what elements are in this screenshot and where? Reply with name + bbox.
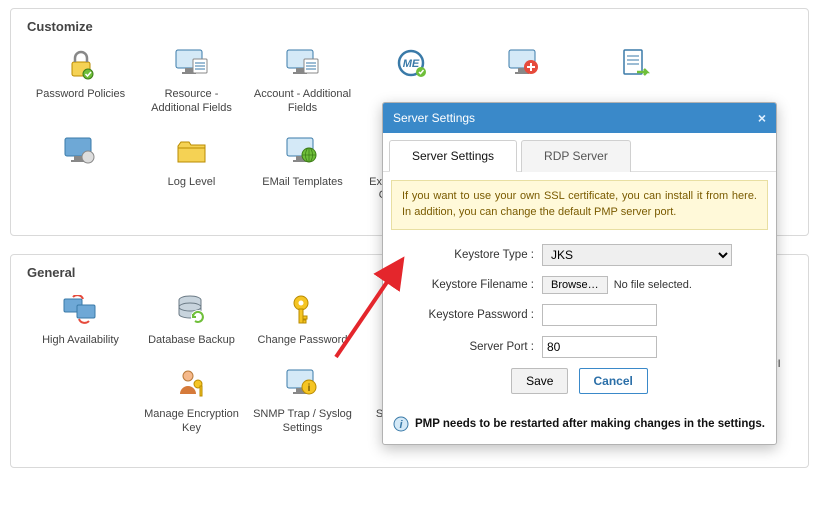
monitor-add-icon	[469, 46, 580, 82]
screen-src-item[interactable]	[25, 134, 136, 204]
label: Change Password	[247, 334, 358, 348]
restart-note: i PMP needs to be restarted after making…	[393, 416, 766, 432]
high-availability[interactable]: High Availability	[25, 292, 136, 348]
label: SNMP Trap / Syslog Settings	[247, 408, 358, 436]
resource-additional-fields[interactable]: Resource - Additional Fields	[136, 46, 247, 116]
monitor-info-icon: i	[247, 366, 358, 402]
info-icon: i	[393, 416, 409, 432]
keystore-type-label: Keystore Type :	[397, 249, 542, 261]
dialog-header[interactable]: Server Settings ×	[383, 103, 776, 133]
dialog-title: Server Settings	[393, 111, 475, 125]
customize-title: Customize	[27, 19, 794, 34]
label: Account - Additional Fields	[247, 88, 358, 116]
label: High Availability	[25, 334, 136, 348]
user-key-icon	[136, 366, 247, 402]
browse-button[interactable]: Browse…	[542, 276, 608, 294]
tab-server-settings[interactable]: Server Settings	[389, 140, 517, 172]
label: Password Policies	[25, 88, 136, 102]
password-policies[interactable]: Password Policies	[25, 46, 136, 116]
server-port-input[interactable]	[542, 336, 657, 358]
folder-icon	[136, 134, 247, 170]
save-button[interactable]: Save	[511, 368, 568, 394]
svg-text:ME: ME	[402, 58, 419, 70]
server-port-label: Server Port :	[397, 341, 542, 353]
snmp-syslog[interactable]: i SNMP Trap / Syslog Settings	[247, 366, 358, 436]
database-refresh-icon	[136, 292, 247, 328]
dialog-form: Keystore Type : JKS Keystore Filename : …	[383, 240, 776, 412]
log-level[interactable]: Log Level	[136, 134, 247, 204]
manage-encryption-key[interactable]: Manage Encryption Key	[136, 366, 247, 436]
padlock-icon	[25, 46, 136, 82]
close-icon[interactable]: ×	[758, 110, 766, 126]
keystore-filename-label: Keystore Filename :	[397, 279, 542, 291]
monitor-list-icon	[247, 46, 358, 82]
label: EMail Templates	[247, 176, 358, 190]
svg-text:i: i	[307, 383, 310, 394]
keystore-password-input[interactable]	[542, 304, 657, 326]
file-selected-text: No file selected.	[614, 279, 692, 291]
label: Log Level	[136, 176, 247, 190]
key-icon	[247, 292, 358, 328]
email-templates[interactable]: EMail Templates	[247, 134, 358, 204]
server-settings-dialog: Server Settings × Server Settings RDP Se…	[382, 102, 777, 445]
keystore-type-select[interactable]: JKS	[542, 244, 732, 266]
document-arrow-icon	[580, 46, 691, 82]
dialog-tabbar: Server Settings RDP Server	[383, 133, 776, 172]
label: Manage Encryption Key	[136, 408, 247, 436]
label: Database Backup	[136, 334, 247, 348]
monitor-icon	[25, 134, 136, 170]
restart-text: PMP needs to be restarted after making c…	[415, 418, 765, 430]
label: Resource - Additional Fields	[136, 88, 247, 116]
tab-rdp-server[interactable]: RDP Server	[521, 140, 631, 172]
database-backup[interactable]: Database Backup	[136, 292, 247, 348]
keystore-password-label: Keystore Password :	[397, 309, 542, 321]
monitor-globe-icon	[247, 134, 358, 170]
monitor-list-icon	[136, 46, 247, 82]
cancel-button[interactable]: Cancel	[579, 368, 648, 394]
me-logo-icon: ME	[358, 46, 469, 82]
monitors-sync-icon	[25, 292, 136, 328]
account-additional-fields[interactable]: Account - Additional Fields	[247, 46, 358, 116]
change-password[interactable]: Change Password	[247, 292, 358, 348]
ssl-info-banner: If you want to use your own SSL certific…	[391, 180, 768, 230]
